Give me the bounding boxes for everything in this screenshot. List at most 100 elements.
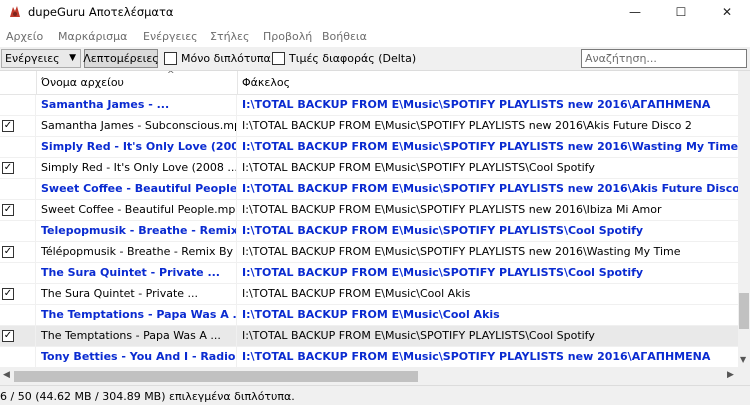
results-table: ^ Όνομα αρχείου Φάκελος Samantha James -… <box>0 71 738 368</box>
horizontal-scrollbar[interactable]: ◀ ▶ <box>0 368 738 385</box>
only-dupes-checkbox[interactable] <box>164 52 177 65</box>
mark-cell[interactable]: ✓ <box>0 242 36 262</box>
scroll-left-arrow-icon[interactable]: ◀ <box>3 370 10 380</box>
search-input[interactable] <box>581 49 747 68</box>
mark-cell <box>0 179 36 199</box>
only-dupes-toggle[interactable]: Μόνο διπλότυπα <box>164 52 271 65</box>
table-row[interactable]: ✓ Samantha James - Subconscious.mp3 I:\TOT… <box>0 116 738 137</box>
table-row[interactable]: The Temptations - Papa Was A ... I:\TOTAL… <box>0 305 738 326</box>
table-row[interactable]: ✓ Sweet Coffee - Beautiful People.mp3 I:\T… <box>0 200 738 221</box>
mark-checkbox[interactable]: ✓ <box>2 330 14 342</box>
delta-toggle[interactable]: Τιμές διαφοράς (Delta) <box>272 52 416 65</box>
checkmark-icon: ✓ <box>3 204 13 215</box>
folder-cell: I:\TOTAL BACKUP FROM E\Music\SPOTIFY PLA… <box>242 203 662 216</box>
folder-cell: I:\TOTAL BACKUP FROM E\Music\SPOTIFY PLA… <box>242 224 644 237</box>
folder-cell: I:\TOTAL BACKUP FROM E\Music\SPOTIFY PLA… <box>242 182 738 195</box>
folder-cell: I:\TOTAL BACKUP FROM E\Music\SPOTIFY PLA… <box>242 329 595 342</box>
filename-cell: Telepopmusik - Breathe - Remix By ... <box>37 221 237 241</box>
checkmark-icon: ✓ <box>3 330 13 341</box>
minimize-icon: — <box>629 5 641 19</box>
dupeguru-app-icon <box>10 6 20 17</box>
folder-cell: I:\TOTAL BACKUP FROM E\Music\SPOTIFY PLA… <box>242 140 738 153</box>
mark-cell[interactable]: ✓ <box>0 200 36 220</box>
filename-cell: The Sura Quintet - Private ... <box>37 284 237 304</box>
mark-checkbox[interactable]: ✓ <box>2 162 14 174</box>
filename-cell: Tony Betties - You And I - Radio ... <box>37 347 237 367</box>
table-row[interactable]: Samantha James - ... I:\TOTAL BACKUP FROM… <box>0 95 738 116</box>
folder-cell: I:\TOTAL BACKUP FROM E\Music\SPOTIFY PLA… <box>242 161 595 174</box>
mark-cell[interactable]: ✓ <box>0 158 36 178</box>
folder-cell: I:\TOTAL BACKUP FROM E\Music\SPOTIFY PLA… <box>242 119 692 132</box>
mark-cell <box>0 95 36 115</box>
mark-cell[interactable]: ✓ <box>0 326 36 346</box>
scroll-down-arrow-icon[interactable]: ▼ <box>740 355 746 364</box>
status-bar: 6 / 50 (44.62 MB / 304.89 MB) επιλεγμένα… <box>0 385 750 405</box>
table-row[interactable]: The Sura Quintet - Private ... I:\TOTAL B… <box>0 263 738 284</box>
maximize-button[interactable]: ☐ <box>658 0 704 24</box>
mark-cell <box>0 221 36 241</box>
mark-cell <box>0 347 36 367</box>
scroll-right-arrow-icon[interactable]: ▶ <box>727 370 734 380</box>
delta-checkbox[interactable] <box>272 52 285 65</box>
sort-ascending-icon: ^ <box>167 71 175 80</box>
menu-mark[interactable]: Μαρκάρισμα <box>58 30 127 43</box>
folder-cell: I:\TOTAL BACKUP FROM E\Music\SPOTIFY PLA… <box>242 98 711 111</box>
checkmark-icon: ✓ <box>3 288 13 299</box>
header-mark-column[interactable] <box>0 71 37 95</box>
folder-cell: I:\TOTAL BACKUP FROM E\Music\SPOTIFY PLA… <box>242 350 711 363</box>
table-row[interactable]: ✓ Télépopmusik - Breathe - Remix By 2... I… <box>0 242 738 263</box>
minimize-button[interactable]: — <box>612 0 658 24</box>
table-row[interactable]: Sweet Coffee - Beautiful People.mp3 I:\TO… <box>0 179 738 200</box>
checkmark-icon: ✓ <box>3 162 13 173</box>
table-row[interactable]: Simply Red - It's Only Love (2008 ... I:\… <box>0 137 738 158</box>
close-button[interactable]: ✕ <box>704 0 750 24</box>
horizontal-scroll-thumb[interactable] <box>14 371 418 382</box>
filename-cell: Simply Red - It's Only Love (2008 ... <box>37 158 237 178</box>
mark-cell <box>0 137 36 157</box>
header-folder[interactable]: Φάκελος <box>238 71 738 95</box>
delta-label: Τιμές διαφοράς (Delta) <box>289 52 417 65</box>
actions-dropdown-label: Ενέργειες <box>5 52 60 65</box>
mark-cell[interactable]: ✓ <box>0 284 36 304</box>
filename-cell: Sweet Coffee - Beautiful People.mp3 <box>37 200 237 220</box>
filename-cell: Simply Red - It's Only Love (2008 ... <box>37 137 237 157</box>
scroll-corner <box>738 368 750 385</box>
window-title: dupeGuru Αποτελέσματα <box>28 5 174 19</box>
close-icon: ✕ <box>721 5 733 19</box>
menu-file[interactable]: Αρχείο <box>6 30 43 43</box>
checkmark-icon: ✓ <box>3 246 13 257</box>
dropdown-arrow-icon: ▼ <box>69 53 76 63</box>
toolbar: Ενέργειες ▼ Λεπτομέρειες Μόνο διπλότυπα … <box>0 47 750 71</box>
title-bar: dupeGuru Αποτελέσματα — ☐ ✕ <box>0 0 750 24</box>
menu-actions[interactable]: Ενέργειες <box>143 30 198 43</box>
table-row[interactable]: Telepopmusik - Breathe - Remix By ... I:\… <box>0 221 738 242</box>
header-folder-label: Φάκελος <box>242 76 291 89</box>
maximize-icon: ☐ <box>675 5 687 19</box>
vertical-scrollbar[interactable]: ▼ <box>738 71 750 368</box>
menu-columns[interactable]: Στήλες <box>210 30 249 43</box>
mark-cell[interactable]: ✓ <box>0 116 36 136</box>
folder-cell: I:\TOTAL BACKUP FROM E\Music\Cool Akis <box>242 287 471 300</box>
filename-cell: The Sura Quintet - Private ... <box>37 263 237 283</box>
mark-checkbox[interactable]: ✓ <box>2 246 14 258</box>
menu-help[interactable]: Βοήθεια <box>322 30 367 43</box>
table-row[interactable]: ✓ The Sura Quintet - Private ... I:\TOTAL … <box>0 284 738 305</box>
actions-dropdown[interactable]: Ενέργειες ▼ <box>1 49 81 68</box>
table-row[interactable]: ✓ The Temptations - Papa Was A ... I:\TOTA… <box>0 326 738 347</box>
menu-view[interactable]: Προβολή <box>263 30 312 43</box>
table-row[interactable]: Tony Betties - You And I - Radio ... I:\T… <box>0 347 738 368</box>
table-row[interactable]: ✓ Simply Red - It's Only Love (2008 ... I:… <box>0 158 738 179</box>
filename-cell: Télépopmusik - Breathe - Remix By 2... <box>37 242 237 262</box>
filename-cell: Sweet Coffee - Beautiful People.mp3 <box>37 179 237 199</box>
mark-checkbox[interactable]: ✓ <box>2 288 14 300</box>
folder-cell: I:\TOTAL BACKUP FROM E\Music\SPOTIFY PLA… <box>242 266 644 279</box>
filename-cell: Samantha James - Subconscious.mp3 <box>37 116 237 136</box>
details-button[interactable]: Λεπτομέρειες <box>83 49 159 68</box>
mark-checkbox[interactable]: ✓ <box>2 120 14 132</box>
checkmark-icon: ✓ <box>3 120 13 131</box>
vertical-scroll-thumb[interactable] <box>739 293 749 329</box>
header-filename-label: Όνομα αρχείου <box>41 76 124 89</box>
mark-checkbox[interactable]: ✓ <box>2 204 14 216</box>
folder-cell: I:\TOTAL BACKUP FROM E\Music\Cool Akis <box>242 308 500 321</box>
header-filename[interactable]: ^ Όνομα αρχείου <box>37 71 238 95</box>
